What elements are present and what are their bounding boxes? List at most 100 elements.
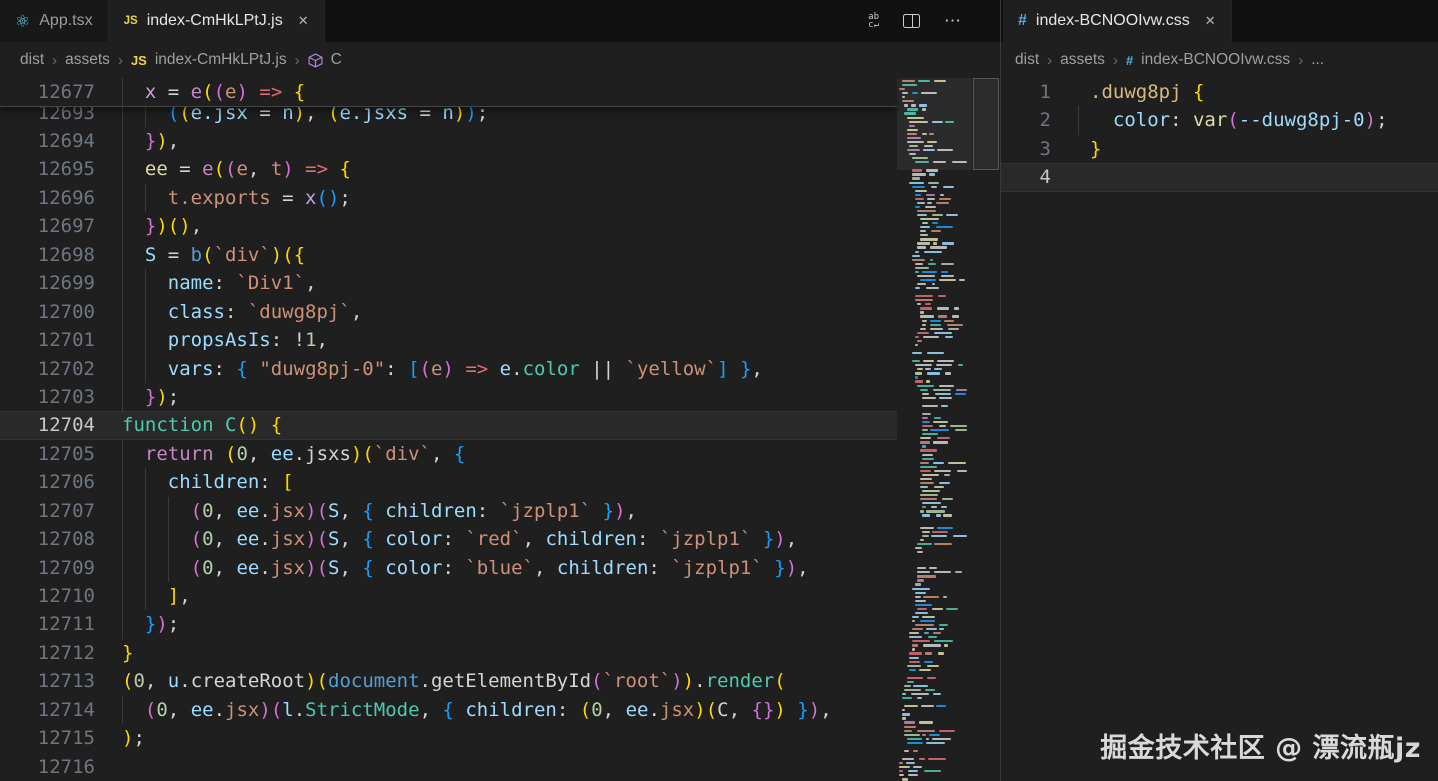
more-actions-icon[interactable]: ⋯: [944, 11, 962, 31]
line-number: 2: [1001, 106, 1051, 134]
code-line-12704[interactable]: 12704function C() {: [0, 411, 897, 439]
sticky-scroll-line[interactable]: 12677 x = e((e) => {: [0, 78, 897, 107]
code-line-2[interactable]: 2 color: var(--duwg8pj-0);: [1001, 106, 1438, 134]
word-wrap-icon[interactable]: abc↵: [868, 13, 879, 29]
code-line-12713[interactable]: 12713(0, u.createRoot)(document.getEleme…: [0, 667, 897, 695]
split-editor-icon[interactable]: [903, 14, 920, 28]
code-line-12710[interactable]: 12710 ],: [0, 582, 897, 610]
code-lines: 12693 ((e.jsx = n), (e.jsxs = n));12694 …: [0, 99, 897, 781]
code-line-12716[interactable]: 12716: [0, 753, 897, 781]
breadcrumb-item-symbol[interactable]: C: [331, 51, 342, 69]
code-text: [95, 753, 897, 781]
line-number: 12709: [0, 554, 95, 582]
code-text: ee = e((e, t) => {: [95, 155, 897, 183]
indent-guide: [145, 184, 146, 212]
indent-guide: [122, 155, 123, 183]
code-line-12694[interactable]: 12694 }),: [0, 127, 897, 155]
code-lines: 1.duwg8pj {2 color: var(--duwg8pj-0);3}4: [1001, 78, 1438, 192]
indent-guide: [122, 298, 123, 326]
indent-guide: [122, 127, 123, 155]
minimap-viewport[interactable]: [897, 78, 972, 170]
line-number: 12701: [0, 326, 95, 354]
code-line-12701[interactable]: 12701 propsAsIs: !1,: [0, 326, 897, 354]
close-icon[interactable]: ✕: [298, 13, 309, 29]
code-line-12707[interactable]: 12707 (0, ee.jsx)(S, { children: `jzplp1…: [0, 497, 897, 525]
code-line-12695[interactable]: 12695 ee = e((e, t) => {: [0, 155, 897, 183]
indent-guide: [122, 554, 123, 582]
indent-guide: [122, 355, 123, 383]
editor-actions: abc↵ ⋯: [868, 0, 962, 42]
tab-app-tsx[interactable]: ⚛ App.tsx: [0, 0, 109, 42]
code-line-12706[interactable]: 12706 children: [: [0, 468, 897, 496]
indent-guide: [168, 525, 169, 553]
indent-guide: [122, 525, 123, 553]
code-line-12714[interactable]: 12714 (0, ee.jsx)(l.StrictMode, { childr…: [0, 696, 897, 724]
code-text: t.exports = x();: [95, 184, 897, 212]
line-number: 12700: [0, 298, 95, 326]
code-text: class: `duwg8pj`,: [95, 298, 897, 326]
line-number: 3: [1001, 135, 1051, 163]
breadcrumb-item-dist[interactable]: dist: [1015, 51, 1039, 69]
code-editor-css[interactable]: 1.duwg8pj {2 color: var(--duwg8pj-0);3}4: [1001, 78, 1438, 781]
scrollbar-slider[interactable]: [973, 78, 999, 170]
code-line-12702[interactable]: 12702 vars: { "duwg8pj-0": [(e) => e.col…: [0, 355, 897, 383]
vscode-window: { "glyphs": { "close": "✕", "separator":…: [0, 0, 1438, 781]
code-text: [1051, 163, 1438, 191]
tab-bar-right: # index-BCNOOIvw.css ✕: [1001, 0, 1438, 42]
code-line-12709[interactable]: 12709 (0, ee.jsx)(S, { color: `blue`, ch…: [0, 554, 897, 582]
line-number: 12710: [0, 582, 95, 610]
code-line-12705[interactable]: 12705 return (0, ee.jsxs)(`div`, {: [0, 440, 897, 468]
code-text: );: [95, 724, 897, 752]
code-line-12700[interactable]: 12700 class: `duwg8pj`,: [0, 298, 897, 326]
breadcrumb-item-dist[interactable]: dist: [20, 51, 44, 69]
indent-guide: [145, 582, 146, 610]
code-line-12715[interactable]: 12715);: [0, 724, 897, 752]
indent-guide: [122, 184, 123, 212]
chevron-right-icon: ›: [295, 52, 300, 69]
react-icon: ⚛: [15, 13, 30, 30]
css-hash-icon: #: [1018, 12, 1027, 30]
code-text: propsAsIs: !1,: [95, 326, 897, 354]
breadcrumb-item-more[interactable]: ...: [1311, 51, 1324, 69]
breadcrumb-item-assets[interactable]: assets: [1060, 51, 1105, 69]
code-line-3[interactable]: 3}: [1001, 135, 1438, 163]
code-line-12711[interactable]: 12711 });: [0, 610, 897, 638]
indent-guide: [122, 582, 123, 610]
code-text: })(),: [95, 212, 897, 240]
code-line-1[interactable]: 1.duwg8pj {: [1001, 78, 1438, 106]
code-line-12696[interactable]: 12696 t.exports = x();: [0, 184, 897, 212]
code-line-12708[interactable]: 12708 (0, ee.jsx)(S, { color: `red`, chi…: [0, 525, 897, 553]
indent-guide: [122, 440, 123, 468]
code-line-12703[interactable]: 12703 });: [0, 383, 897, 411]
code-line-4[interactable]: 4: [1001, 163, 1438, 191]
code-text: name: `Div1`,: [95, 269, 897, 297]
minimap[interactable]: [897, 78, 972, 781]
breadcrumb-item-file[interactable]: index-BCNOOIvw.css: [1141, 51, 1290, 69]
breadcrumb-item-assets[interactable]: assets: [65, 51, 110, 69]
indent-guide: [145, 355, 146, 383]
tab-index-css[interactable]: # index-BCNOOIvw.css ✕: [1003, 0, 1232, 42]
indent-guide: [145, 269, 146, 297]
line-number: 12711: [0, 610, 95, 638]
code-line-12712[interactable]: 12712}: [0, 639, 897, 667]
line-number: 12698: [0, 241, 95, 269]
code-line-12677[interactable]: 12677 x = e((e) => {: [0, 78, 897, 106]
indent-guide: [122, 241, 123, 269]
code-editor-js[interactable]: 12693 ((e.jsx = n), (e.jsxs = n));12694 …: [0, 78, 1000, 781]
indent-guide: [122, 696, 123, 724]
code-line-12698[interactable]: 12698 S = b(`div`)({: [0, 241, 897, 269]
line-number: 12707: [0, 497, 95, 525]
tab-index-js[interactable]: JS index-CmHkLPtJ.js ✕: [109, 0, 325, 42]
breadcrumb-item-file[interactable]: index-CmHkLPtJ.js: [155, 51, 287, 69]
close-icon[interactable]: ✕: [1205, 13, 1216, 29]
js-icon: JS: [124, 15, 138, 27]
line-number: 12696: [0, 184, 95, 212]
watermark: 掘金技术社区 @ 漂流瓶jz: [1100, 726, 1421, 765]
code-line-12697[interactable]: 12697 })(),: [0, 212, 897, 240]
line-number: 12705: [0, 440, 95, 468]
vertical-scrollbar[interactable]: [972, 78, 1000, 781]
indent-guide: [1078, 106, 1079, 134]
code-text: vars: { "duwg8pj-0": [(e) => e.color || …: [95, 355, 897, 383]
code-text: return (0, ee.jsxs)(`div`, {: [95, 440, 897, 468]
code-line-12699[interactable]: 12699 name: `Div1`,: [0, 269, 897, 297]
